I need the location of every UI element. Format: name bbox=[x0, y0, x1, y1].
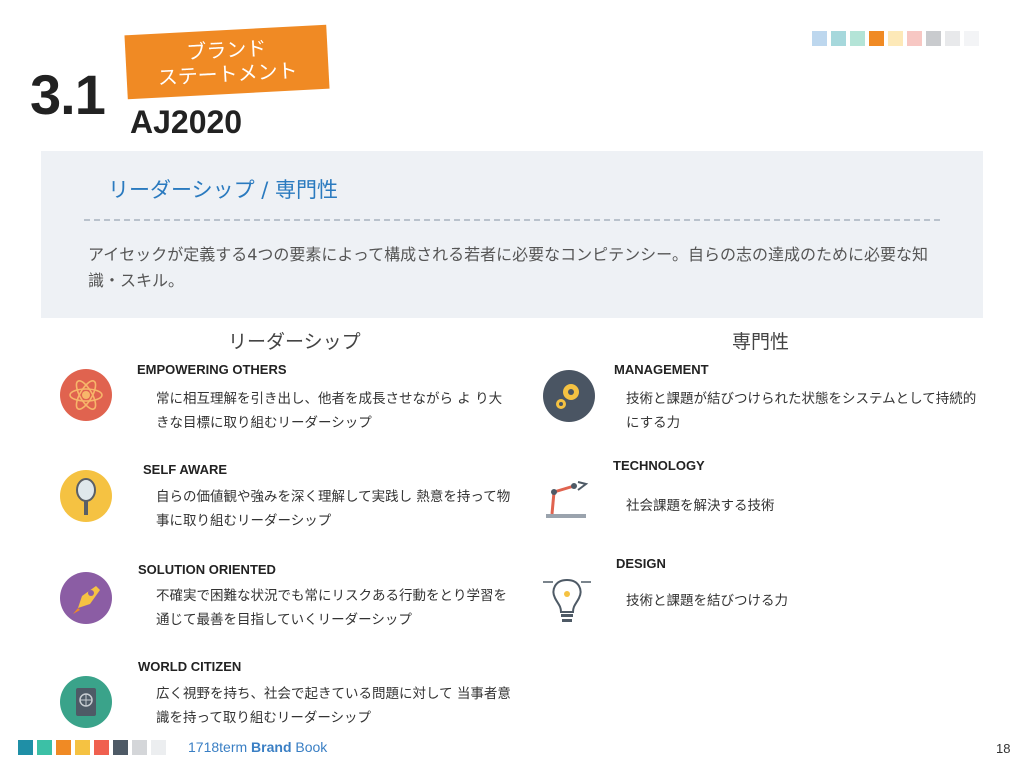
footer-term: 1718term bbox=[188, 739, 248, 755]
gears-icon bbox=[543, 370, 595, 422]
color-swatch bbox=[926, 31, 941, 46]
badge-line-2: ステートメント bbox=[157, 58, 299, 90]
technology-title: TECHNOLOGY bbox=[613, 458, 705, 473]
bottom-color-swatches bbox=[18, 740, 166, 755]
color-swatch bbox=[850, 31, 865, 46]
color-swatch bbox=[151, 740, 166, 755]
lightbulb-pen-icon bbox=[541, 574, 593, 626]
color-swatch bbox=[964, 31, 979, 46]
color-swatch bbox=[132, 740, 147, 755]
management-title: MANAGEMENT bbox=[614, 362, 709, 377]
solution-oriented-title: SOLUTION ORIENTED bbox=[138, 562, 276, 577]
color-swatch bbox=[113, 740, 128, 755]
robot-arm-icon bbox=[542, 474, 594, 526]
color-swatch bbox=[831, 31, 846, 46]
design-title: DESIGN bbox=[616, 556, 666, 571]
code-title: AJ2020 bbox=[130, 104, 243, 140]
top-color-swatches bbox=[812, 31, 979, 46]
section-badge: ブランド ステートメント bbox=[124, 24, 330, 100]
color-swatch bbox=[94, 740, 109, 755]
technology-text: 社会課題を解決する技術 bbox=[626, 498, 775, 514]
footer-brand: Brand bbox=[251, 739, 292, 755]
intro-title: リーダーシップ / 専門性 bbox=[108, 178, 339, 202]
color-swatch bbox=[56, 740, 71, 755]
passport-icon bbox=[60, 676, 112, 728]
footer-book: Book bbox=[295, 739, 328, 755]
color-swatch bbox=[888, 31, 903, 46]
empowering-others-title: EMPOWERING OTHERS bbox=[137, 362, 287, 377]
page-number: 18 bbox=[996, 741, 1011, 756]
design-text: 技術と課題を結びつける力 bbox=[626, 593, 788, 609]
dashed-divider bbox=[84, 219, 940, 221]
empowering-others-text: 常に相互理解を引き出し、他者を成長させながら よ り大きな目標に取り組むリーダー… bbox=[156, 391, 503, 431]
atom-icon bbox=[60, 369, 112, 421]
intro-text: アイセックが定義する4つの要素によって構成される若者に必要なコンピテンシー。自ら… bbox=[88, 245, 928, 290]
color-swatch bbox=[18, 740, 33, 755]
leadership-heading: リーダーシップ bbox=[228, 331, 361, 353]
footer-brand-book: 1718term Brand Book bbox=[188, 739, 327, 755]
section-number: 3.1 bbox=[30, 63, 106, 126]
color-swatch bbox=[75, 740, 90, 755]
self-aware-title: SELF AWARE bbox=[143, 462, 228, 477]
mirror-icon bbox=[60, 470, 112, 522]
world-citizen-text: 広く視野を持ち、社会で起きている問題に対して 当事者意識を持って取り組むリーダー… bbox=[156, 686, 511, 726]
rocket-icon bbox=[60, 572, 112, 624]
color-swatch bbox=[812, 31, 827, 46]
color-swatch bbox=[869, 31, 884, 46]
solution-oriented-text: 不確実で困難な状況でも常にリスクある行動をとり学習を通じて最善を目指していくリー… bbox=[156, 588, 507, 628]
color-swatch bbox=[907, 31, 922, 46]
world-citizen-title: WORLD CITIZEN bbox=[138, 659, 242, 674]
color-swatch bbox=[37, 740, 52, 755]
self-aware-text: 自らの価値観や強みを深く理解して実践し 熱意を持って物事に取り組むリーダーシップ bbox=[156, 489, 511, 529]
expertise-heading: 専門性 bbox=[732, 331, 790, 353]
color-swatch bbox=[945, 31, 960, 46]
management-text: 技術と課題が結びつけられた状態をシステムとして持続的にする力 bbox=[626, 391, 977, 431]
